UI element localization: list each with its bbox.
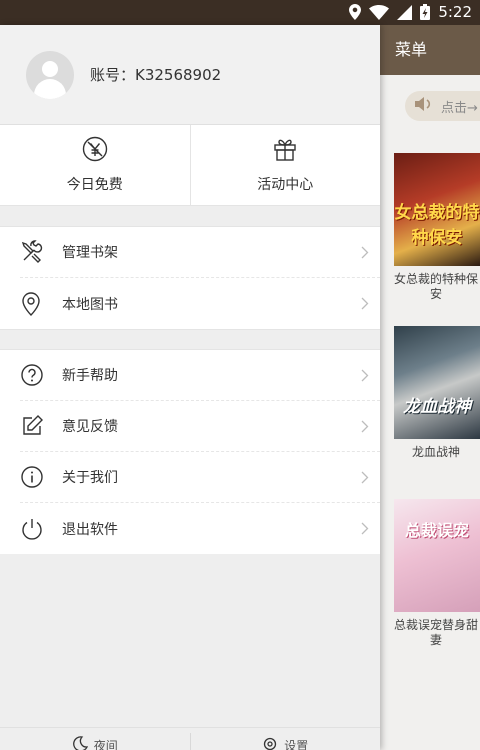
account-section[interactable]: 账号：K32568902 (0, 25, 380, 125)
book-card[interactable]: 龙血战神 龙血战神 (392, 326, 480, 460)
settings-icon (262, 736, 278, 750)
night-mode-button[interactable]: 夜间 (0, 733, 190, 750)
chevron-right-icon (350, 522, 380, 535)
local-books-item[interactable]: 本地图书 (20, 278, 380, 329)
cover-title: 女总裁的特种保安 (394, 203, 480, 248)
exit-app-label: 退出软件 (62, 521, 118, 538)
chevron-right-icon (350, 246, 380, 259)
wifi-icon (369, 4, 390, 20)
menu-group-library: 管理书架 本地图书 (0, 227, 380, 329)
menu-header[interactable]: 菜单 (380, 25, 480, 75)
settings-button[interactable]: 设置 (189, 733, 381, 750)
free-today-button[interactable]: 今日免费 (0, 125, 190, 205)
status-bar: 5:22 (0, 0, 480, 25)
chevron-right-icon (350, 297, 380, 310)
cover-title: 总裁误宠 (404, 521, 469, 540)
free-today-label: 今日免费 (66, 177, 123, 193)
chevron-right-icon (350, 471, 380, 484)
speaker-icon (415, 96, 435, 116)
question-icon (20, 363, 52, 387)
notice-bar[interactable]: 点击→ (405, 91, 480, 121)
quick-actions: 今日免费 活动中心 (0, 125, 380, 206)
about-us-item[interactable]: 关于我们 (20, 452, 380, 503)
night-mode-label: 夜间 (93, 738, 118, 750)
book-card[interactable]: 女总裁的特种保安 女总裁的特种保安 (392, 153, 480, 302)
account-label: 账号：K32568902 (90, 66, 222, 84)
cover-title: 龙血战神 (403, 397, 471, 417)
location-pin-icon (20, 291, 52, 316)
background-app: 菜单 点击→ 女总裁的特种保安 女总裁的特种保安 龙血战神 龙血战神 总裁误宠 … (380, 25, 480, 750)
info-icon (20, 465, 52, 489)
book-title[interactable]: 龙血战神 (392, 445, 480, 460)
drawer-bottom-bar: 夜间 设置 (0, 727, 380, 750)
manage-bookshelf-item[interactable]: 管理书架 (20, 227, 380, 278)
chevron-right-icon (350, 369, 380, 382)
local-books-label: 本地图书 (62, 296, 118, 313)
notice-text: 点击→ (441, 100, 478, 116)
chevron-right-icon (350, 420, 380, 433)
activity-center-label: 活动中心 (257, 177, 314, 193)
edit-icon (20, 414, 52, 438)
signal-icon (397, 4, 413, 20)
book-cover[interactable]: 总裁误宠 (394, 499, 480, 612)
settings-label: 设置 (284, 738, 309, 750)
about-us-label: 关于我们 (62, 470, 118, 486)
exit-app-item[interactable]: 退出软件 (20, 503, 380, 554)
book-title[interactable]: 总裁误宠替身甜妻 (392, 618, 480, 648)
avatar[interactable] (26, 50, 74, 99)
moon-icon (72, 735, 88, 750)
battery-icon (420, 4, 431, 20)
gift-icon (272, 136, 298, 166)
activity-center-button[interactable]: 活动中心 (189, 125, 381, 205)
help-label: 新手帮助 (62, 368, 118, 384)
status-time: 5:22 (438, 3, 472, 21)
book-cover[interactable]: 龙血战神 (394, 326, 480, 439)
power-icon (20, 517, 52, 541)
navigation-drawer: 账号：K32568902 今日免费 活动中心 管理书架 本地图书 新手帮助 意见… (0, 25, 380, 750)
book-card[interactable]: 总裁误宠 总裁误宠替身甜妻 (392, 499, 480, 648)
book-cover[interactable]: 女总裁的特种保安 (394, 153, 480, 266)
menu-group-app: 新手帮助 意见反馈 关于我们 退出软件 (0, 350, 380, 554)
book-title[interactable]: 女总裁的特种保安 (392, 272, 480, 302)
help-item[interactable]: 新手帮助 (20, 350, 380, 401)
location-icon (349, 4, 362, 20)
yuan-icon (82, 136, 108, 166)
feedback-label: 意见反馈 (62, 419, 118, 435)
manage-bookshelf-label: 管理书架 (62, 245, 118, 261)
feedback-item[interactable]: 意见反馈 (20, 401, 380, 452)
tools-icon (20, 240, 52, 264)
